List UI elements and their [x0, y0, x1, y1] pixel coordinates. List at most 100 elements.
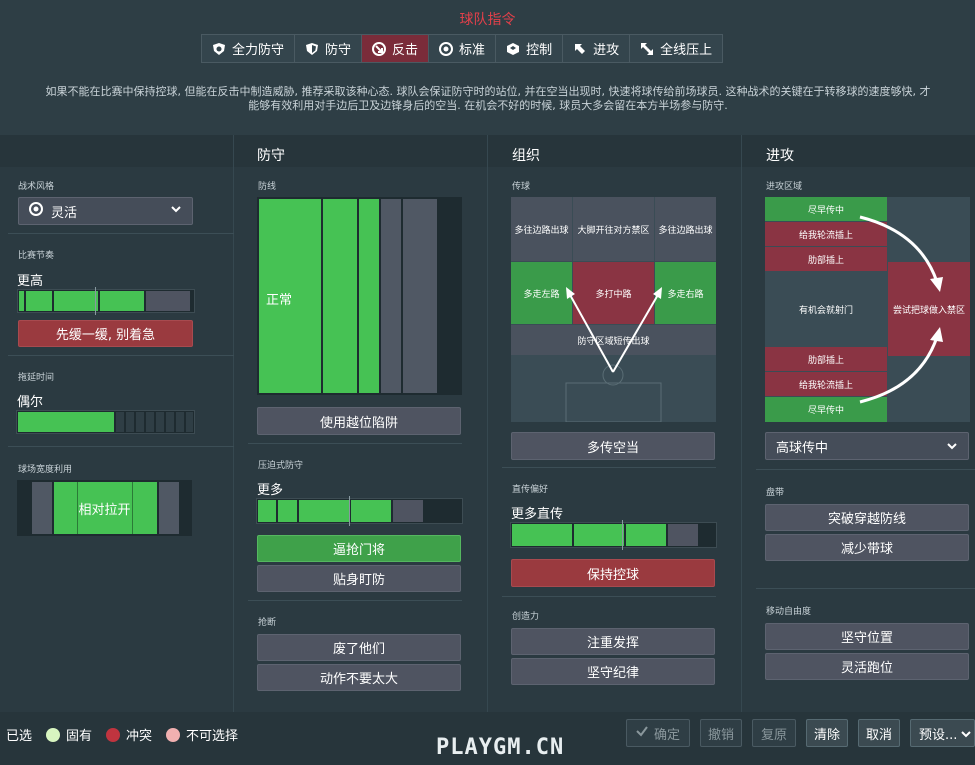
offside-trap-button[interactable]: 使用越位陷阱 — [257, 407, 461, 435]
width-value: 相对拉开 — [78, 503, 131, 518]
defensive-line-selector[interactable]: 正常 — [257, 197, 462, 395]
passing-label: 传球 — [512, 182, 531, 192]
mentality-defensive[interactable]: 防守 — [295, 35, 363, 62]
passing-arrows — [565, 287, 662, 422]
pressing-slider[interactable] — [256, 498, 463, 524]
passing-directness-label: 直传偏好 — [512, 485, 549, 495]
mentality-all-out[interactable]: 全线压上 — [630, 35, 722, 62]
tempo-value: 更高 — [17, 274, 44, 289]
defensive-line-label: 防线 — [258, 182, 277, 192]
passing-directness-value: 更多直传 — [511, 507, 564, 522]
tempo-slow-down-button[interactable]: 先缓一缓, 别着急 — [18, 320, 193, 347]
attacking-pitch: 尽早传中 给我轮流插上 肋部插上 有机会就射门 尝试把球做入禁区 肋部插上 给我… — [765, 197, 970, 422]
width-pitch-selector[interactable]: 相对拉开 — [17, 480, 192, 536]
check-icon — [636, 725, 648, 741]
pass-into-space-button[interactable]: 多传空当 — [511, 432, 715, 460]
legend-inherent-dot — [46, 727, 61, 742]
divider — [502, 467, 716, 468]
balance-icon — [439, 41, 454, 56]
balance-icon — [29, 202, 43, 220]
mentality-attacking[interactable]: 进攻 — [563, 35, 631, 62]
creative-freedom-label: 移动自由度 — [766, 607, 812, 617]
divider — [502, 596, 716, 597]
passing-directness-slider[interactable] — [510, 522, 717, 548]
crossing-dropdown[interactable]: 高球传中 — [765, 432, 969, 460]
chevron-down-icon — [946, 440, 958, 456]
pressing-value: 更多 — [257, 483, 284, 498]
roam-from-positions-button[interactable]: 灵活跑位 — [765, 653, 969, 680]
all-out-icon — [640, 42, 654, 56]
preset-dropdown[interactable]: 预设... — [910, 719, 975, 747]
time-wasting-slider[interactable] — [16, 410, 195, 434]
hard-tackling-button[interactable]: 废了他们 — [257, 634, 461, 661]
control-icon — [506, 42, 520, 56]
style-label: 战术风格 — [18, 182, 55, 192]
clear-button[interactable]: 清除 — [806, 719, 848, 747]
legend-inherent: 固有 — [66, 729, 93, 744]
tempo-label: 比赛节奏 — [18, 251, 55, 261]
shield-icon — [305, 42, 319, 56]
legend-selected: 已选 — [6, 729, 33, 744]
column-divider — [487, 135, 488, 712]
chevron-down-icon — [170, 203, 182, 219]
tempo-slider[interactable] — [17, 289, 195, 313]
mentality-very-defensive[interactable]: 全力防守 — [202, 35, 296, 62]
time-wasting-label: 拖延时间 — [18, 373, 55, 383]
style-dropdown[interactable]: 灵活 — [18, 197, 193, 225]
divider — [8, 446, 234, 447]
attacking-arrows — [859, 215, 943, 404]
divider — [8, 233, 234, 234]
creativity-label: 创造力 — [512, 612, 540, 622]
divider — [248, 443, 462, 444]
press-goalkeeper-button[interactable]: 逼抢门将 — [257, 535, 461, 562]
defense-header: 防守 — [257, 148, 285, 164]
legend: 已选 固有 冲突 不可选择 — [6, 725, 238, 744]
dribbling-label: 盘带 — [766, 488, 785, 498]
stay-on-feet-button[interactable]: 动作不要太大 — [257, 664, 461, 691]
legend-unavailable-dot — [166, 727, 181, 742]
tight-marking-button[interactable]: 贴身盯防 — [257, 565, 461, 592]
time-wasting-value: 偶尔 — [17, 395, 44, 410]
cancel-button[interactable]: 取消 — [858, 719, 900, 747]
legend-conflict-dot — [106, 727, 121, 742]
dribble-less-button[interactable]: 减少带球 — [765, 534, 969, 561]
mentality-balanced[interactable]: 标准 — [429, 35, 497, 62]
slider-tick — [349, 496, 350, 526]
mentality-bar: 全力防守 防守 反击 标准 控制 进攻 全线压上 — [201, 34, 724, 63]
hold-position-button[interactable]: 坚守位置 — [765, 623, 969, 650]
pressing-label: 压迫式防守 — [258, 461, 304, 471]
counter-icon — [372, 41, 387, 56]
divider — [248, 600, 462, 601]
retain-possession-button[interactable]: 保持控球 — [511, 559, 715, 587]
legend-unavailable: 不可选择 — [186, 729, 239, 744]
attack-header: 进攻 — [766, 148, 794, 164]
slider-tick — [95, 287, 96, 315]
slider-tick — [622, 520, 623, 550]
mentality-counter[interactable]: 反击 — [362, 35, 430, 62]
mentality-control[interactable]: 控制 — [496, 35, 564, 62]
attack-arrow-icon — [573, 42, 587, 56]
legend-conflict: 冲突 — [126, 729, 153, 744]
chevron-down-icon — [960, 728, 972, 744]
column-divider — [741, 135, 742, 712]
divider — [756, 469, 975, 470]
shield-heart-icon — [212, 42, 226, 56]
organization-header: 组织 — [512, 148, 540, 164]
watermark: PLAYGM.CN — [436, 735, 565, 760]
page-title: 球队指令 — [459, 12, 516, 28]
divider — [8, 355, 234, 356]
be-expressive-button[interactable]: 注重发挥 — [511, 628, 715, 655]
be-disciplined-button[interactable]: 坚守纪律 — [511, 658, 715, 685]
divider — [756, 588, 975, 589]
mentality-description: 如果不能在比赛中保持控球, 但能在反击中制造威胁, 推荐采取该种心态. 球队会保… — [45, 85, 931, 112]
defensive-line-value: 正常 — [266, 293, 293, 308]
column-divider — [233, 135, 234, 712]
width-label: 球场宽度利用 — [18, 465, 73, 475]
restore-button[interactable]: 复原 — [752, 719, 796, 747]
tackling-label: 抢断 — [258, 618, 277, 628]
passing-pitch: 多往边路出球 大脚开往对方禁区 多往边路出球 多走左路 多打中路 多走右路 防守… — [511, 197, 716, 422]
undo-button[interactable]: 撤销 — [700, 719, 742, 747]
confirm-button[interactable]: 确定 — [626, 719, 690, 747]
attacking-zone-label: 进攻区域 — [766, 182, 803, 192]
dribble-more-button[interactable]: 突破穿越防线 — [765, 504, 969, 531]
